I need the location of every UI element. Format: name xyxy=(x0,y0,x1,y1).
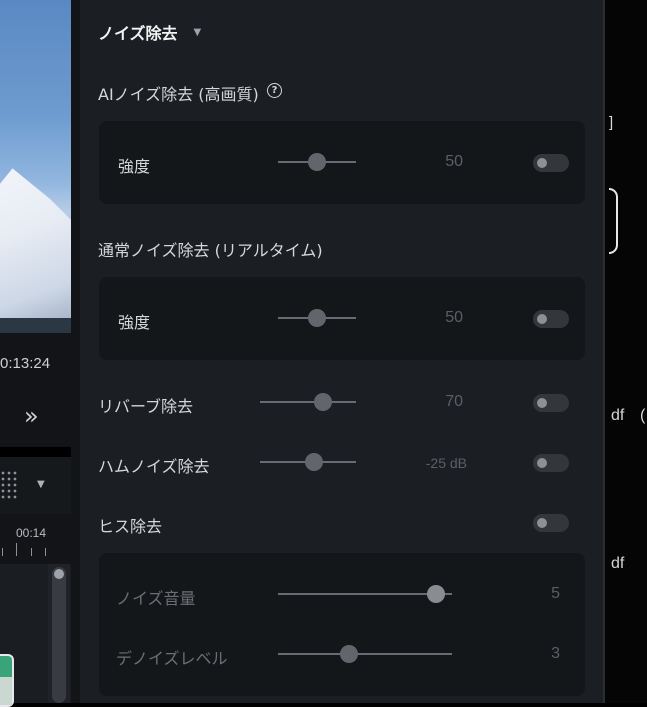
ruler-tick xyxy=(16,543,17,556)
help-icon[interactable]: ? xyxy=(267,83,282,98)
hum-removal-label: ハムノイズ除去 xyxy=(98,457,210,476)
slider-thumb[interactable] xyxy=(340,645,358,663)
preview-treeline xyxy=(0,318,71,333)
slider-thumb[interactable] xyxy=(305,453,323,471)
ai-strength-slider[interactable] xyxy=(278,153,356,171)
hum-value: -25 dB xyxy=(425,455,467,471)
noise-volume-value: 5 xyxy=(551,585,560,602)
fast-forward-icon[interactable]: » xyxy=(24,402,39,430)
hiss-removal-label: ヒス除去 xyxy=(98,517,163,536)
right-bracket-text: ] xyxy=(609,114,614,131)
right-background-area xyxy=(605,0,647,703)
hiss-settings-card xyxy=(99,553,585,696)
right-window-edge xyxy=(609,188,618,254)
timeline-clip[interactable] xyxy=(0,654,14,707)
ai-noise-toggle[interactable] xyxy=(533,154,569,172)
video-preview[interactable] xyxy=(0,0,71,333)
ai-strength-value: 50 xyxy=(445,153,463,170)
ruler-tick xyxy=(45,548,46,556)
ai-strength-label: 強度 xyxy=(118,157,151,176)
playback-timecode: 0:13:24 xyxy=(0,355,51,372)
hiss-toggle[interactable] xyxy=(533,514,569,532)
right-text-1b: ( xyxy=(640,407,646,424)
denoise-level-value: 3 xyxy=(551,645,560,662)
denoise-level-label: デノイズレベル xyxy=(116,649,228,668)
ruler-tick xyxy=(31,548,32,556)
reverb-removal-label: リバーブ除去 xyxy=(98,397,194,416)
normal-strength-label: 強度 xyxy=(118,313,151,332)
reverb-value: 70 xyxy=(445,393,463,410)
denoise-level-slider[interactable] xyxy=(278,645,452,663)
reverb-toggle[interactable] xyxy=(533,394,569,412)
slider-thumb[interactable] xyxy=(427,585,445,603)
hum-slider[interactable] xyxy=(260,453,356,471)
normal-noise-toggle[interactable] xyxy=(533,310,569,328)
normal-noise-reduction-label: 通常ノイズ除去 (リアルタイム) xyxy=(98,241,323,260)
hum-toggle[interactable] xyxy=(533,454,569,472)
preview-mountain-image xyxy=(0,168,71,333)
slider-thumb[interactable] xyxy=(308,153,326,171)
panel-divider xyxy=(0,447,71,457)
noise-reduction-header[interactable]: ノイズ除去 ▼ xyxy=(98,20,201,44)
grid-view-icon[interactable] xyxy=(0,470,18,500)
ai-noise-reduction-label: AIノイズ除去 (高画質) xyxy=(98,85,259,104)
noise-volume-label: ノイズ音量 xyxy=(116,589,196,608)
slider-thumb[interactable] xyxy=(308,309,326,327)
normal-strength-value: 50 xyxy=(445,309,463,326)
noise-volume-slider[interactable] xyxy=(278,585,452,603)
section-title: ノイズ除去 xyxy=(98,24,178,43)
normal-strength-slider[interactable] xyxy=(278,309,356,327)
right-text-2: df xyxy=(611,555,625,572)
chevron-down-icon[interactable]: ▼ xyxy=(37,479,45,490)
ruler-tick xyxy=(2,548,3,556)
timeline-scrollbar[interactable] xyxy=(52,567,66,703)
slider-thumb[interactable] xyxy=(314,393,332,411)
ruler-time-label: 00:14 xyxy=(16,526,47,540)
chevron-down-icon[interactable]: ▼ xyxy=(194,27,202,38)
right-text-1: df xyxy=(611,407,625,424)
reverb-slider[interactable] xyxy=(260,393,356,411)
